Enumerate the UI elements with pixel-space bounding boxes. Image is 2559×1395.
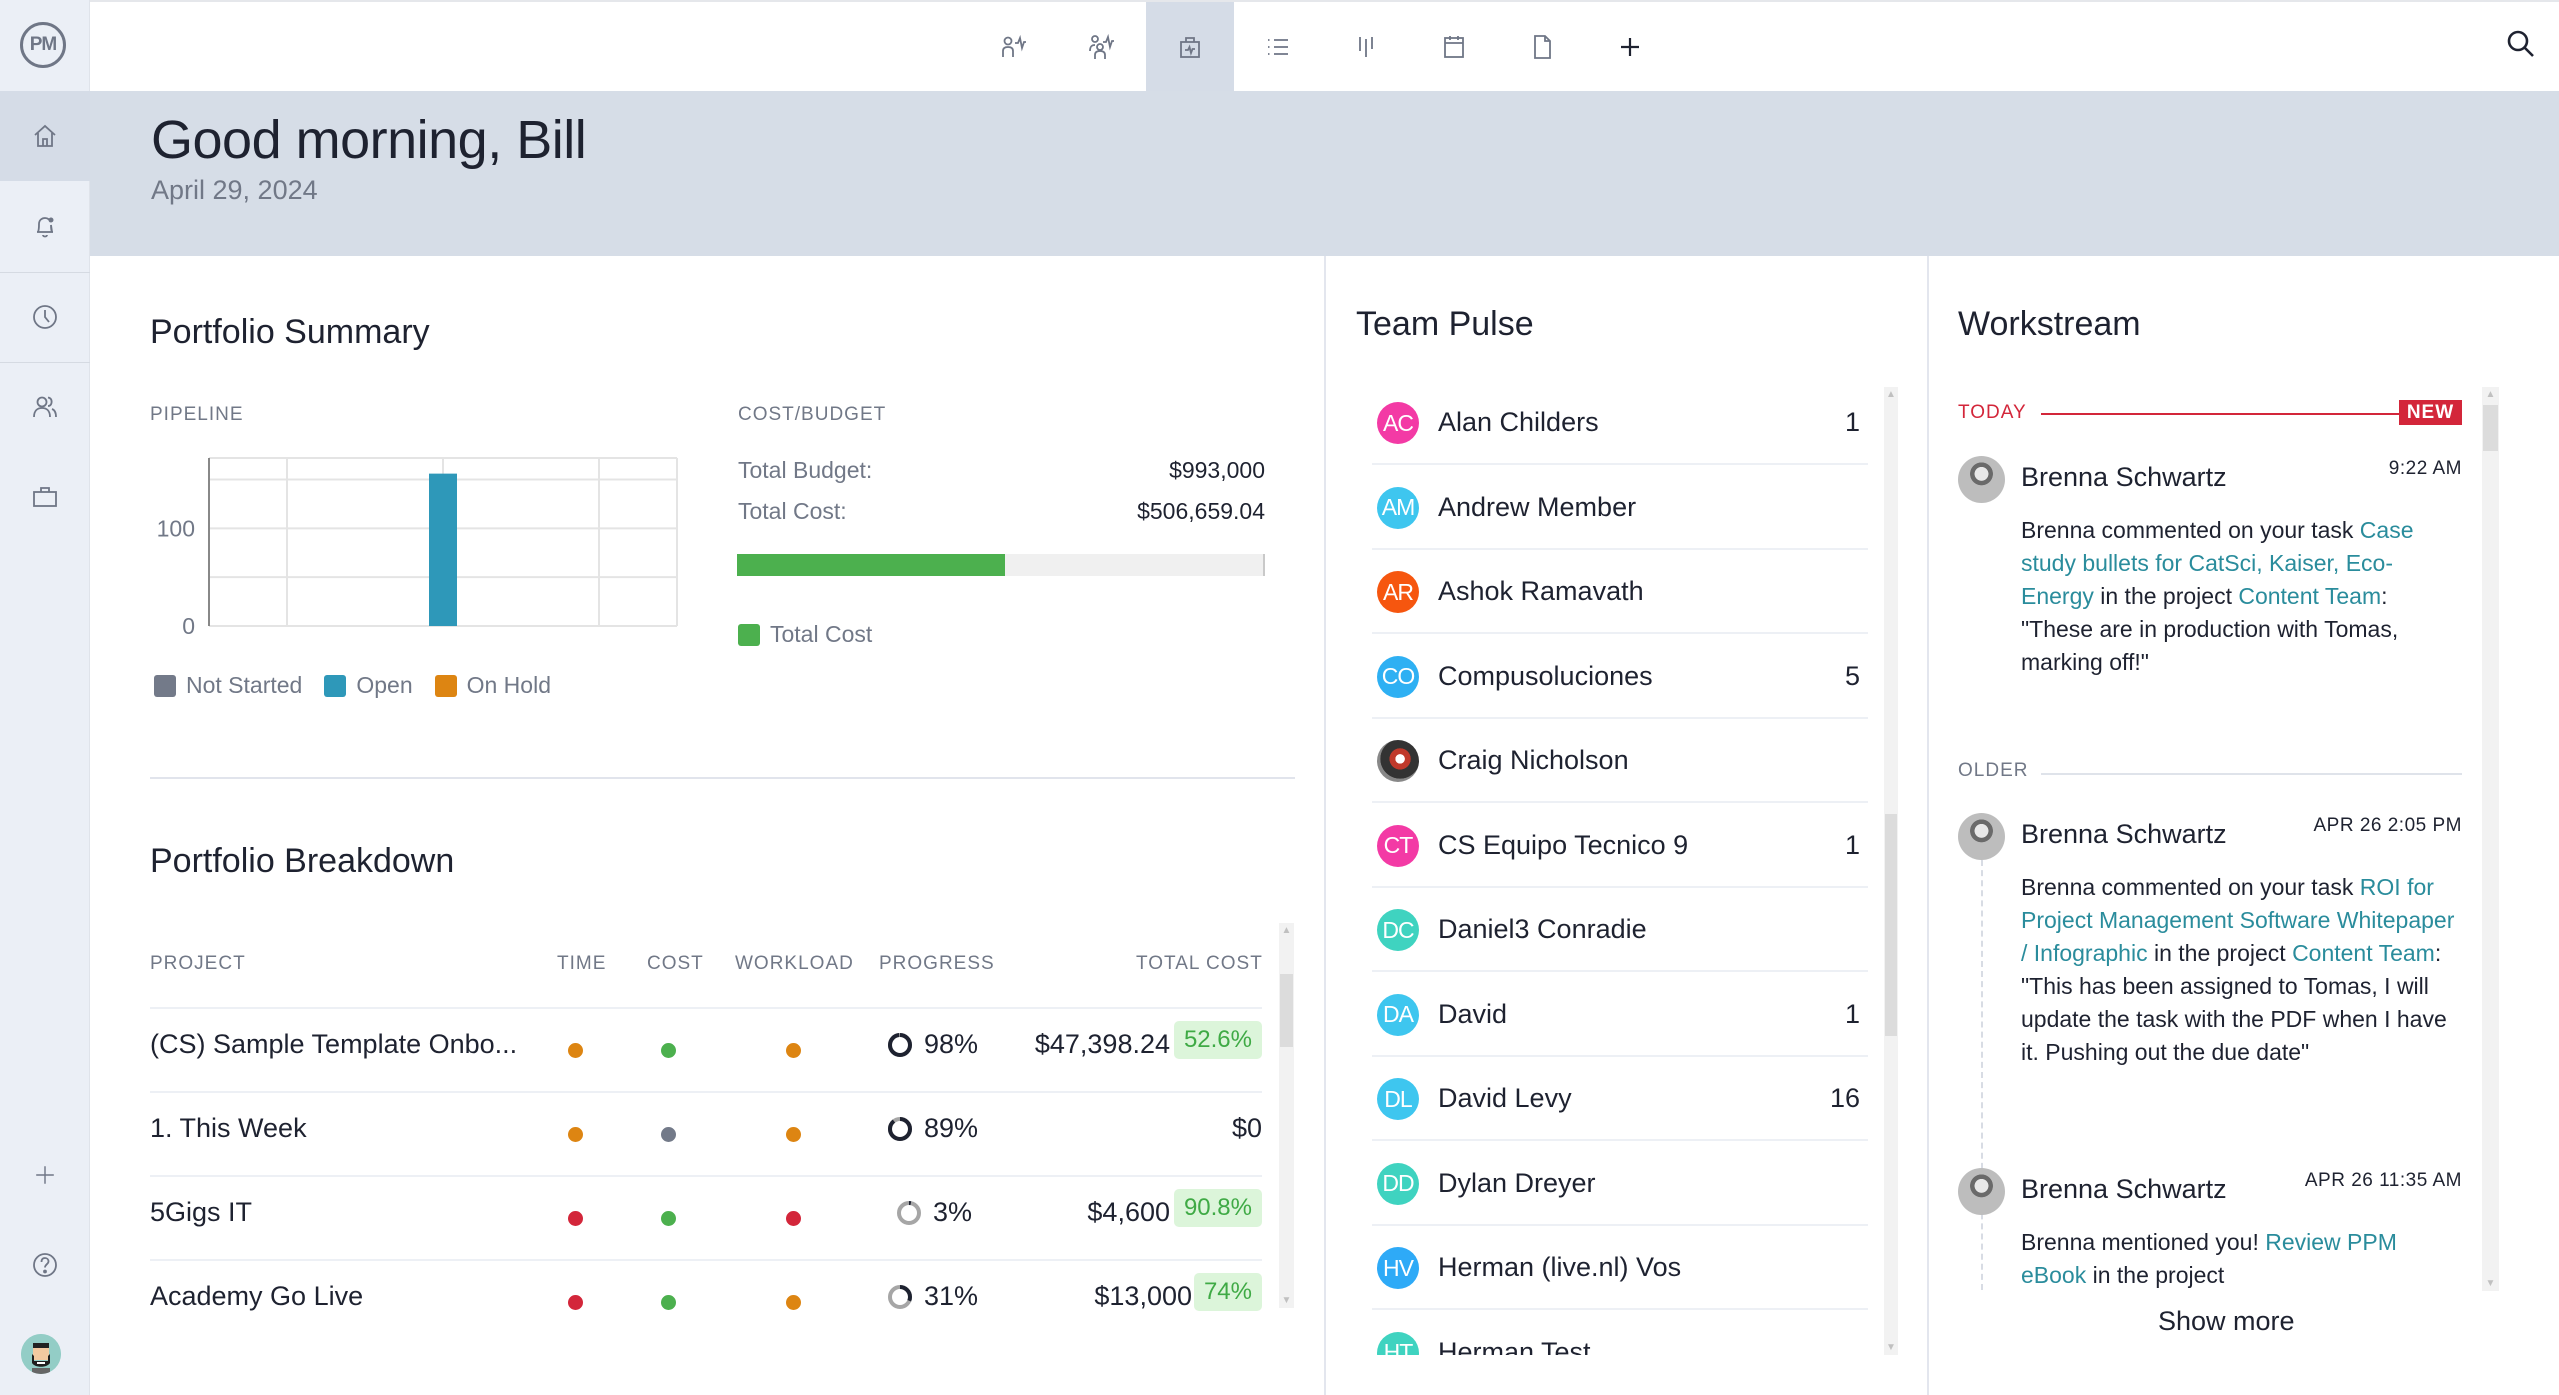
entry-timestamp: APR 26 2:05 PM	[2313, 815, 2462, 836]
task-link[interactable]: Content Team	[2292, 940, 2435, 966]
scroll-down-arrow[interactable]: ▼	[2482, 1278, 2499, 1289]
author-name[interactable]: Brenna Schwartz	[2021, 1174, 2227, 1205]
author-name[interactable]: Brenna Schwartz	[2021, 819, 2227, 850]
entry-text: in the project	[2086, 1262, 2225, 1288]
show-more-button[interactable]: Show more	[2158, 1306, 2295, 1337]
entry-text: in the project	[2093, 583, 2239, 609]
author-name[interactable]: Brenna Schwartz	[2021, 462, 2227, 493]
entry-timestamp: 9:22 AM	[2388, 458, 2462, 479]
team-member-row[interactable]: HT Herman Test	[1372, 1311, 1868, 1356]
scroll-down-arrow[interactable]: ▼	[1884, 1342, 1898, 1353]
entry-text: Brenna commented on your task	[2021, 874, 2360, 900]
member-avatar: HT	[1377, 1331, 1419, 1355]
entry-text: Brenna commented on your task	[2021, 517, 2360, 543]
entry-body: Brenna commented on your task ROI for Pr…	[2021, 871, 2461, 1069]
workstream-feed: Brenna Schwartz 9:22 AM Brenna commented…	[0, 0, 2559, 1290]
author-avatar	[1958, 456, 2005, 503]
task-link[interactable]: Content Team	[2238, 583, 2381, 609]
scroll-up-arrow[interactable]: ▲	[2482, 389, 2499, 400]
author-avatar	[1958, 1168, 2005, 1215]
entry-text: Brenna mentioned you!	[2021, 1229, 2266, 1255]
entry-timestamp: APR 26 11:35 AM	[2304, 1170, 2462, 1191]
entry-body: Brenna mentioned you! Review PPM eBook i…	[2021, 1226, 2461, 1290]
author-avatar	[1958, 813, 2005, 860]
scrollbar-thumb[interactable]	[2483, 405, 2498, 451]
entry-text: in the project	[2147, 940, 2293, 966]
member-name: Herman Test	[1438, 1336, 1591, 1356]
entry-body: Brenna commented on your task Case study…	[2021, 514, 2461, 679]
workstream-scrollbar[interactable]: ▲ ▼	[2482, 387, 2499, 1291]
